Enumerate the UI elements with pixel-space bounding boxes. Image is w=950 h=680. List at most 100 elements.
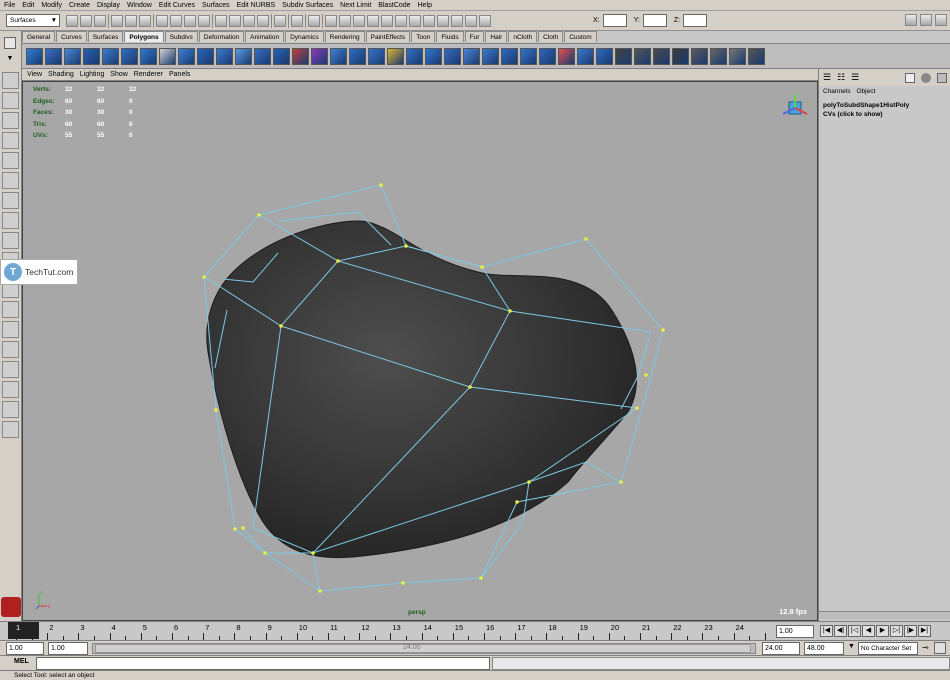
shelf-menu-icon[interactable] [4,37,16,49]
tab-custom[interactable]: Custom [564,31,597,42]
tool-option-icon[interactable] [451,15,463,27]
polygon-tool-icon[interactable] [615,47,632,65]
polygon-tool-icon[interactable] [349,47,366,65]
step-forward-frame-icon[interactable]: ▷| [890,625,903,637]
polygon-tool-icon[interactable] [216,47,233,65]
command-language-label[interactable]: MEL [14,658,29,665]
panel-menu-lighting[interactable]: Lighting [80,71,105,78]
new-scene-icon[interactable] [66,15,78,27]
menu-edit-curves[interactable]: Edit Curves [159,2,195,9]
polygon-tool-icon[interactable] [311,47,328,65]
perspective-viewport[interactable]: y x Verts: 32 32 32 Edges: 60 60 0 Faces: 30 30 0 Tr… [22,81,818,621]
play-forward-icon[interactable]: ▶ [876,625,889,637]
snap-point-icon[interactable] [184,15,196,27]
menu-set-dropdown[interactable]: Surfaces ▼ [6,14,60,27]
polygon-tool-icon[interactable] [634,47,651,65]
polygon-tool-icon[interactable] [577,47,594,65]
tool-option-icon[interactable] [367,15,379,27]
menu-surfaces[interactable]: Surfaces [202,2,230,9]
control-vertex[interactable] [508,309,512,313]
tab-dynamics[interactable]: Dynamics [285,31,324,42]
go-to-end-icon[interactable]: ▶| [918,625,931,637]
polygon-tool-icon[interactable] [273,47,290,65]
channel-box-icon[interactable]: ☰ [823,72,831,83]
polygon-tool-icon[interactable] [558,47,575,65]
tool-option-icon[interactable] [465,15,477,27]
menu-create[interactable]: Create [69,2,90,9]
control-vertex[interactable] [318,589,322,593]
polygon-tool-icon[interactable] [596,47,613,65]
polygon-tool-icon[interactable] [64,47,81,65]
snap-curve-icon[interactable] [170,15,182,27]
polygon-tool-icon[interactable] [520,47,537,65]
tab-deformation[interactable]: Deformation [198,31,245,42]
control-vertex[interactable] [214,408,218,412]
four-view-layout-icon[interactable] [2,301,19,318]
current-frame-field[interactable]: 1.00 [776,625,814,638]
polygon-tool-icon[interactable] [45,47,62,65]
tab-rendering[interactable]: Rendering [324,31,365,42]
control-vertex[interactable] [479,576,483,580]
menu-edit[interactable]: Edit [22,2,34,9]
tab-toon[interactable]: Toon [411,31,436,42]
control-vertex[interactable] [241,526,245,530]
show-tool-settings-icon[interactable] [920,14,932,26]
control-vertex[interactable] [279,324,283,328]
save-scene-icon[interactable] [94,15,106,27]
scale-tool-icon[interactable] [2,172,19,189]
polygon-tool-icon[interactable] [121,47,138,65]
go-to-start-icon[interactable]: |◀ [820,625,833,637]
select-hierarchy-icon[interactable] [308,15,320,27]
polygon-tool-icon[interactable] [501,47,518,65]
range-slider[interactable]: 24.00 [92,643,756,654]
control-vertex[interactable] [202,275,206,279]
control-vertex[interactable] [515,500,519,504]
start-time-field[interactable]: 1.00 [6,642,44,655]
tab-fur[interactable]: Fur [464,31,485,42]
menu-edit-nurbs[interactable]: Edit NURBS [237,2,276,9]
tab-general[interactable]: General [22,31,56,42]
control-vertex[interactable] [527,480,531,484]
polygon-tool-icon[interactable] [539,47,556,65]
select-tool-icon[interactable] [2,72,19,89]
polygon-tool-icon[interactable] [463,47,480,65]
control-vertex[interactable] [401,581,405,585]
tool-option-icon[interactable] [325,15,337,27]
channel-node-name[interactable]: polyToSubdShape1HistPoly [819,97,950,110]
polygon-tool-icon[interactable] [159,47,176,65]
polygon-tool-icon[interactable] [197,47,214,65]
control-vertex[interactable] [619,480,623,484]
step-back-key-icon[interactable]: ◀| [834,625,847,637]
render-frame-icon[interactable] [229,15,241,27]
time-slider[interactable]: 1 2 3 4 5 6 7 8 9 10 11 12 13 14 15 16 17 18 19 20 21 22 23 24 … [0,621,950,640]
snap-grid-icon[interactable] [156,15,168,27]
polygon-tool-icon[interactable] [691,47,708,65]
command-input[interactable] [36,657,490,670]
tab-subdivs[interactable]: Subdivs [164,31,198,42]
control-vertex[interactable] [263,551,267,555]
polygon-tool-icon[interactable] [729,47,746,65]
polygon-tool-icon[interactable] [482,47,499,65]
hypershade-layout-icon[interactable] [2,361,19,378]
polygon-tool-icon[interactable] [330,47,347,65]
tool-option-icon[interactable] [353,15,365,27]
render-icon[interactable] [937,72,947,83]
playback-start-field[interactable]: 1.00 [48,642,88,655]
tool-option-icon[interactable] [339,15,351,27]
select-object-icon[interactable] [291,15,303,27]
menu-display[interactable]: Display [97,2,120,9]
menu-next-limit[interactable]: Next Limit [340,2,371,9]
menu-help[interactable]: Help [418,2,432,9]
polygon-tool-icon[interactable] [444,47,461,65]
persp-outliner-layout-icon[interactable] [2,321,19,338]
chevron-down-icon[interactable]: ▼ [848,643,858,650]
select-by-component-icon[interactable] [139,15,151,27]
show-attribute-editor-icon[interactable] [905,14,917,26]
polygon-tool-icon[interactable] [235,47,252,65]
polygon-tool-icon[interactable] [653,47,670,65]
select-by-hierarchy-icon[interactable] [111,15,123,27]
menu-window[interactable]: Window [127,2,152,9]
z-field[interactable] [683,14,708,27]
control-vertex[interactable] [635,406,639,410]
tool-option-icon[interactable] [437,15,449,27]
